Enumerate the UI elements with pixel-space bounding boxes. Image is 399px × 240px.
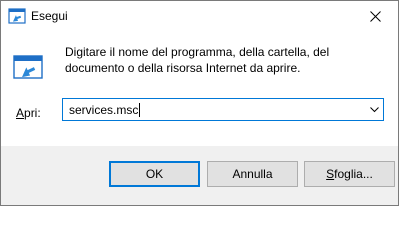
open-input-value: services.msc	[69, 103, 139, 117]
cancel-button[interactable]: Annulla	[207, 161, 298, 187]
ok-button-label: OK	[145, 167, 164, 181]
open-label-accelerator: A	[16, 106, 25, 120]
open-label: Apri:	[16, 106, 41, 120]
dropdown-button[interactable]	[365, 99, 383, 120]
ok-button[interactable]: OK	[109, 161, 200, 187]
dialog-body: Digitare il nome del programma, della ca…	[1, 31, 398, 146]
browse-accelerator: S	[326, 167, 335, 181]
open-label-text: pri:	[24, 106, 41, 120]
instruction-text: Digitare il nome del programma, della ca…	[65, 44, 385, 76]
text-caret	[139, 103, 141, 117]
run-app-icon	[8, 8, 26, 24]
close-button[interactable]	[353, 1, 398, 31]
instruction-line-2: documento o della risorsa Internet da ap…	[65, 61, 301, 75]
browse-button-label: Sfoglia...	[326, 167, 373, 181]
open-combobox[interactable]: services.msc	[62, 98, 384, 121]
cancel-button-label: Annulla	[232, 167, 273, 181]
button-bar: OK Annulla Sfoglia...	[1, 146, 398, 205]
chevron-down-icon	[369, 106, 379, 112]
run-program-icon	[13, 55, 43, 79]
title-bar[interactable]: Esegui	[1, 1, 398, 31]
browse-label-text: foglia...	[334, 167, 373, 181]
instruction-line-1: Digitare il nome del programma, della ca…	[65, 45, 330, 59]
browse-button[interactable]: Sfoglia...	[304, 161, 395, 187]
run-dialog: Esegui Digitare il nome del programma, d…	[0, 0, 399, 206]
window-title: Esegui	[31, 9, 68, 23]
close-icon	[370, 10, 381, 22]
open-input[interactable]: services.msc	[69, 103, 141, 117]
